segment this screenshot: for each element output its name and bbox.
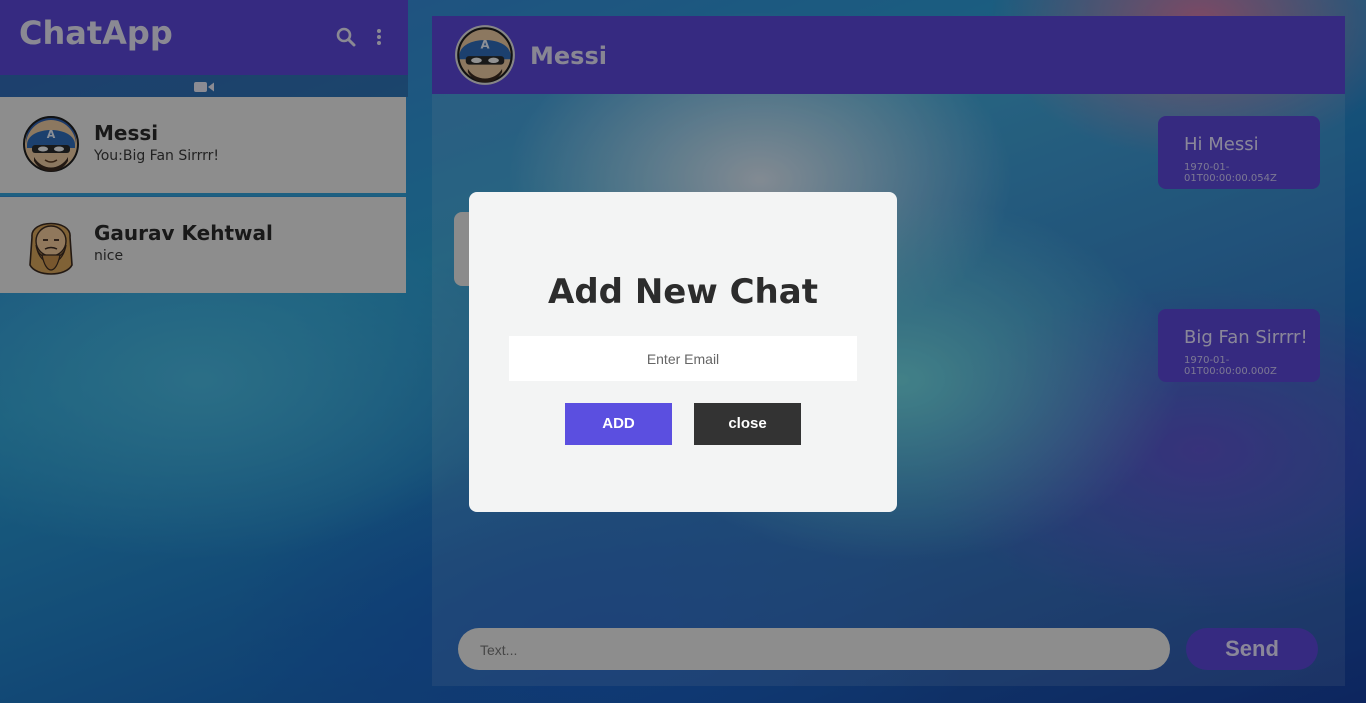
add-chat-modal: Add New Chat ADD close [469, 192, 897, 512]
close-button[interactable]: close [694, 403, 801, 445]
add-button[interactable]: ADD [565, 403, 672, 445]
app-window: ChatApp A Messi You:Big Fan Sirrrr! Gaur… [0, 0, 1366, 703]
modal-title: Add New Chat [548, 272, 818, 312]
email-field[interactable] [509, 336, 857, 381]
